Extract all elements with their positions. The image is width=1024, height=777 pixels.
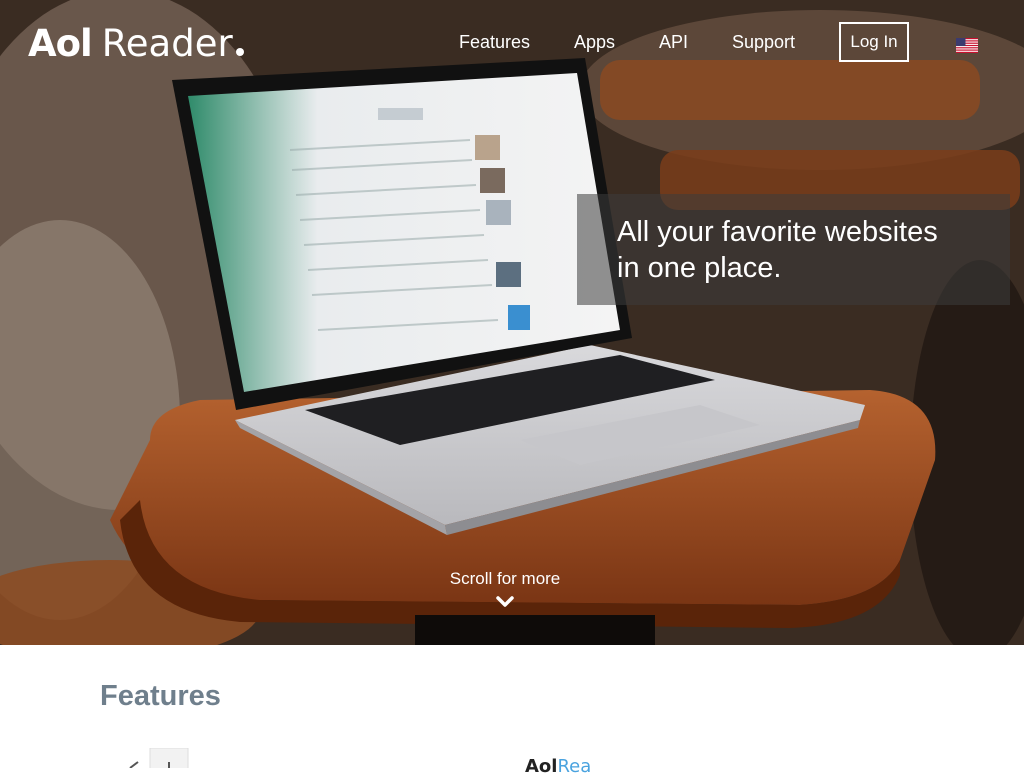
features-aol-reader-logo: AolRea [525, 756, 591, 777]
hero-tagline-line2: in one place. [617, 252, 782, 284]
features-logo-aol: Aol [525, 756, 558, 777]
features-heading: Features [100, 680, 221, 712]
hero-tagline-box: All your favorite websites in one place. [577, 194, 1010, 305]
aol-reader-logo[interactable]: Aol Reader [28, 22, 244, 65]
logo-dot [235, 48, 244, 56]
nav-apps-link[interactable]: Apps [574, 32, 615, 53]
chevron-down-icon[interactable] [495, 595, 515, 609]
logo-reader-text: Reader [101, 22, 233, 65]
hero-tagline: All your favorite websites in one place. [617, 214, 938, 286]
logo-aol-text: Aol [28, 22, 93, 65]
nav-features-link[interactable]: Features [459, 32, 530, 53]
scroll-for-more[interactable]: Scroll for more [0, 569, 1010, 609]
features-logo-reader: Rea [557, 756, 592, 777]
hero-section: Aol Reader Features Apps API Support Log… [0, 0, 1024, 645]
scroll-label: Scroll for more [449, 569, 561, 588]
nav-support-link[interactable]: Support [732, 32, 795, 53]
us-flag-icon[interactable] [956, 38, 978, 53]
nav-api-link[interactable]: API [659, 32, 688, 53]
hero-background-photo [0, 0, 1024, 645]
features-illustration-icon [129, 748, 189, 768]
hero-tagline-line1: All your favorite websites [617, 216, 938, 248]
login-button[interactable]: Log In [839, 22, 909, 62]
